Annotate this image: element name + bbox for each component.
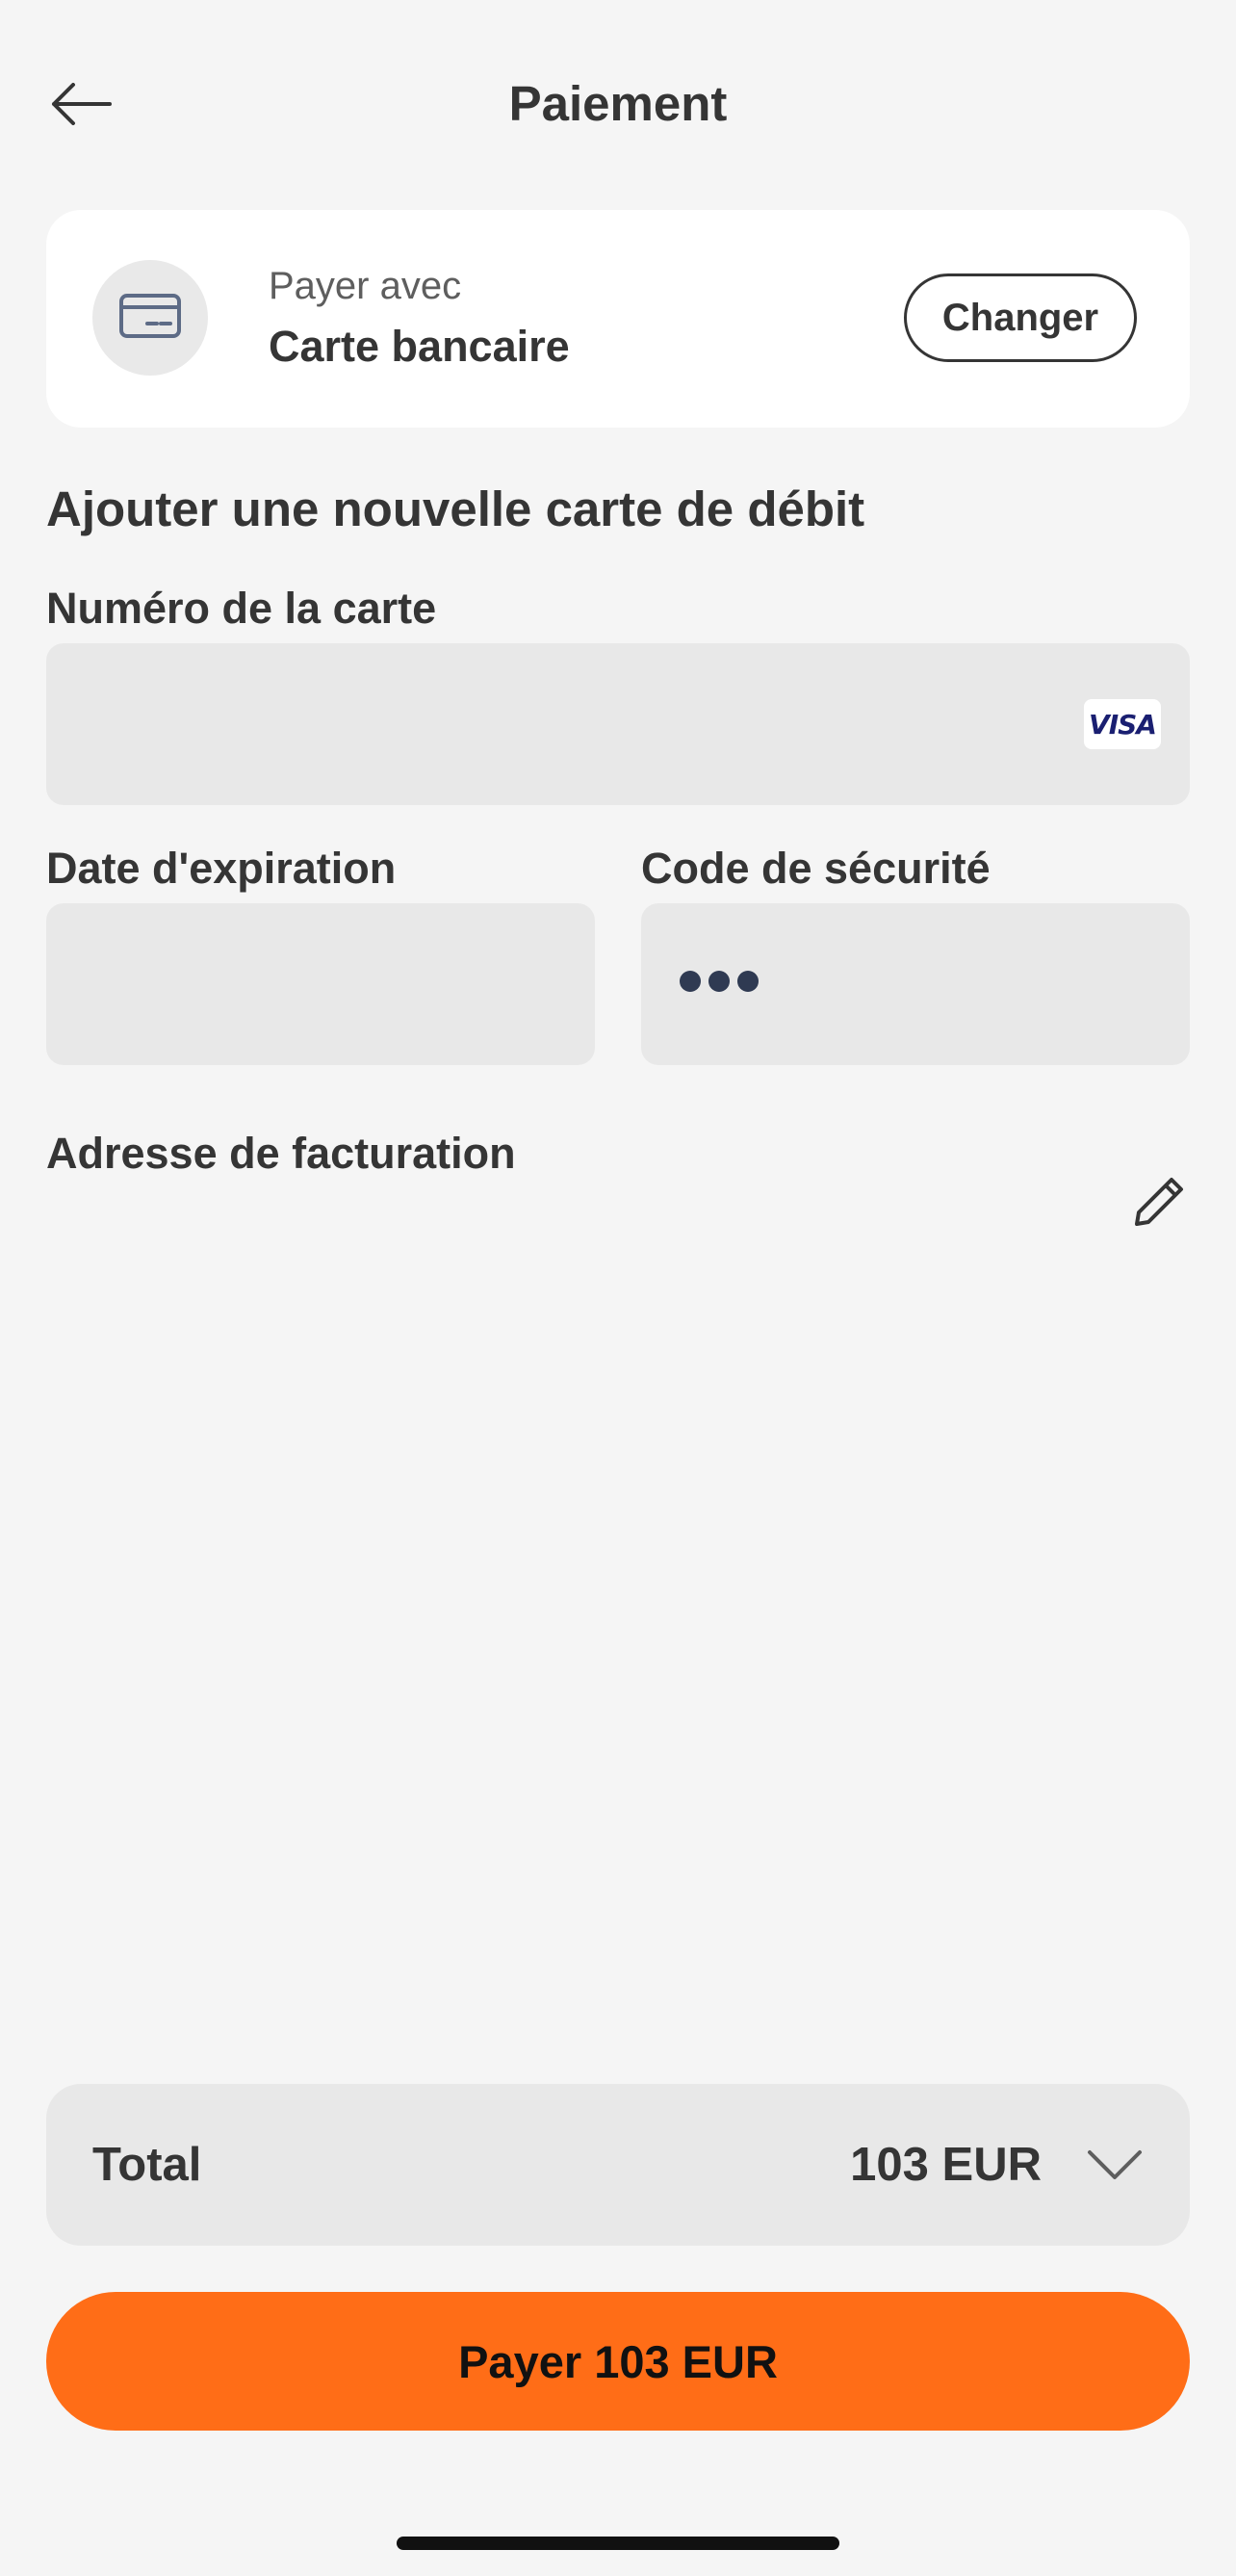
- expiry-date-input[interactable]: [46, 903, 595, 1065]
- card-number-label: Numéro de la carte: [46, 584, 437, 633]
- security-code-input[interactable]: [641, 903, 1190, 1065]
- payment-method-caption: Payer avec: [269, 265, 462, 307]
- new-card-section-title: Ajouter une nouvelle carte de débit: [46, 481, 865, 536]
- home-indicator[interactable]: [397, 2537, 839, 2550]
- total-amount: 103 EUR: [850, 2139, 1042, 2191]
- chevron-down-icon: [1084, 2140, 1146, 2190]
- payment-method-card: Payer avec Carte bancaire Changer: [46, 210, 1190, 428]
- card-number-input[interactable]: VISA: [46, 643, 1190, 805]
- total-summary-toggle[interactable]: Total 103 EUR: [46, 2084, 1190, 2246]
- billing-address-label: Adresse de facturation: [46, 1129, 516, 1178]
- security-code-placeholder: [680, 971, 759, 992]
- payment-method-name: Carte bancaire: [269, 322, 570, 371]
- pencil-icon: [1129, 1172, 1189, 1236]
- page-title: Paiement: [508, 76, 728, 131]
- payment-method-icon-container: [92, 260, 208, 376]
- edit-billing-address-button[interactable]: [1126, 1171, 1192, 1236]
- pay-button[interactable]: Payer 103 EUR: [46, 2292, 1190, 2431]
- visa-logo: VISA: [1084, 699, 1161, 749]
- expiry-date-label: Date d'expiration: [46, 844, 397, 893]
- total-label: Total: [92, 2139, 202, 2191]
- security-code-label: Code de sécurité: [641, 844, 991, 893]
- credit-card-icon: [118, 293, 182, 344]
- change-payment-method-button[interactable]: Changer: [904, 273, 1137, 362]
